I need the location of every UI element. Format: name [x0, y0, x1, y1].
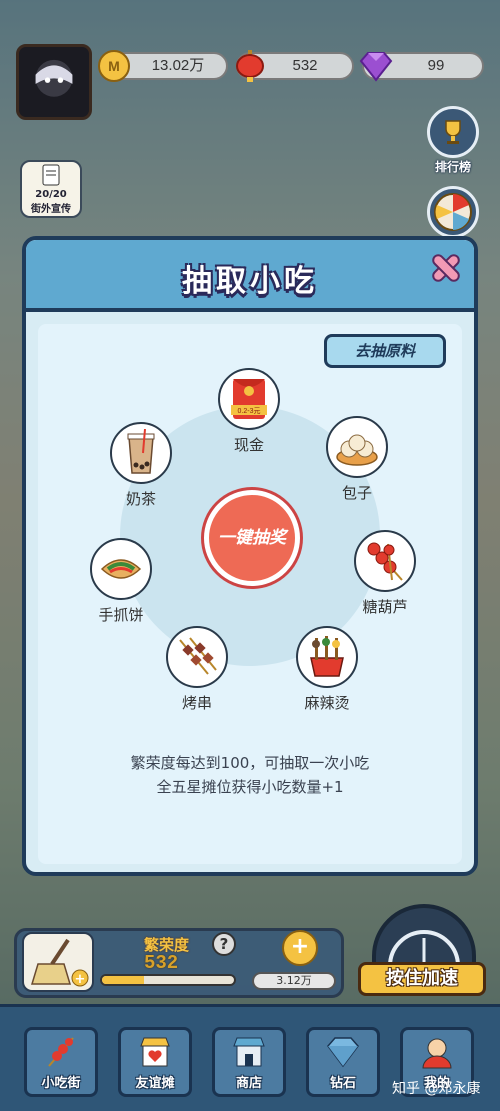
- promo-label: 街外宣传: [31, 204, 71, 215]
- prize-candied-haws: 糖葫芦: [340, 530, 430, 617]
- broom-icon: +: [30, 938, 89, 987]
- promo-count: 20/20: [35, 189, 67, 200]
- nav-label: 友谊摊: [135, 1076, 175, 1091]
- nav-friendship-stall[interactable]: 友谊摊: [118, 1027, 192, 1097]
- gem-icon: [359, 52, 393, 82]
- diamond-icon: [327, 1037, 359, 1068]
- lantern-icon: [236, 50, 264, 82]
- gem-value: 99: [427, 57, 445, 74]
- prize-cash: 0.2-3元 现金: [204, 368, 294, 455]
- draw-snack-modal: 抽取小吃 去抽原料 0.2-3元 现金 包子 糖葫芦 麻辣烫 烤串 手抓饼 奶茶…: [22, 236, 478, 876]
- lucky-wheel-button[interactable]: [424, 186, 482, 238]
- nav-snack-street[interactable]: 小吃街: [24, 1027, 98, 1097]
- wheel-icon: [434, 193, 472, 231]
- coin-rate: 3.12万: [252, 972, 336, 990]
- candied-haws-icon: [367, 542, 403, 581]
- prize-label: 现金: [233, 436, 264, 454]
- coin-icon: M: [98, 50, 130, 82]
- red-envelope-icon: 0.2-3元: [231, 379, 267, 419]
- prize-bun: 包子: [312, 416, 402, 503]
- malatang-icon: [310, 636, 344, 677]
- milk-tea-icon: [127, 429, 155, 474]
- add-coin-button[interactable]: +: [282, 930, 318, 966]
- skewer-icon: [179, 637, 217, 675]
- close-icon[interactable]: [426, 248, 466, 288]
- nav-label: 钻石: [329, 1076, 356, 1091]
- help-icon[interactable]: ?: [212, 932, 236, 956]
- cash-badge: 0.2-3元: [238, 407, 261, 415]
- gem-counter: 99: [359, 52, 484, 82]
- prize-skewer: 烤串: [152, 626, 242, 713]
- prize-label: 烤串: [181, 694, 212, 712]
- nav-shop[interactable]: 商店: [212, 1027, 286, 1097]
- gauge-icon: [388, 930, 460, 967]
- prize-label: 糖葫芦: [362, 598, 408, 616]
- svg-text:M: M: [108, 58, 120, 74]
- hold-to-speed-button[interactable]: 按住加速: [358, 962, 486, 996]
- broom-button[interactable]: +: [22, 932, 94, 992]
- draw-rule-line-2: 全五星摊位获得小吃数量+1: [156, 778, 344, 796]
- snack-street-icon: [48, 1037, 74, 1067]
- prize-malatang: 麻辣烫: [282, 626, 372, 713]
- one-click-draw-button[interactable]: 一键抽奖: [204, 490, 300, 586]
- modal-title: 抽取小吃: [182, 264, 318, 299]
- prosperity-value: 532: [144, 952, 179, 974]
- profile-icon: [422, 1038, 452, 1069]
- coin-counter: M 13.02万: [98, 50, 228, 82]
- svg-text:+: +: [75, 972, 86, 987]
- friendship-stall-icon: [140, 1037, 170, 1067]
- prize-label: 奶茶: [125, 490, 156, 508]
- draw-ingredients-button[interactable]: 去抽原料: [324, 334, 446, 368]
- nav-label: 商店: [235, 1076, 262, 1091]
- street-promo-button[interactable]: 20/20 街外宣传: [20, 160, 82, 218]
- modal-body: 去抽原料 0.2-3元 现金 包子 糖葫芦 麻辣烫 烤串 手抓饼 奶茶 一键抽奖…: [38, 324, 462, 864]
- bun-icon: [336, 434, 378, 466]
- leaderboard-button[interactable]: 排行榜: [424, 106, 482, 175]
- shop-icon: [233, 1037, 265, 1067]
- trophy-icon: [445, 120, 461, 144]
- nav-label: 小吃街: [41, 1076, 81, 1091]
- watermark: 知乎 @邓永康: [392, 1081, 481, 1097]
- lantern-counter: 532: [236, 50, 354, 82]
- prize-milk-tea: 奶茶: [96, 422, 186, 509]
- leaderboard-label: 排行榜: [434, 160, 471, 174]
- prize-label: 包子: [341, 484, 372, 502]
- lantern-value: 532: [292, 57, 318, 74]
- document-icon: [42, 164, 60, 186]
- player-avatar[interactable]: [16, 44, 92, 120]
- prosperity-progress-bar: [100, 974, 236, 986]
- draw-rule-line-1: 繁荣度每达到100，可抽取一次小吃: [130, 754, 370, 772]
- coin-value: 13.02万: [151, 57, 205, 74]
- prosperity-progress-fill: [102, 976, 145, 984]
- nav-diamond[interactable]: 钻石: [306, 1027, 380, 1097]
- prize-pancake: 手抓饼: [76, 538, 166, 625]
- prize-label: 手抓饼: [98, 606, 144, 624]
- pancake-icon: [100, 559, 142, 579]
- prize-label: 麻辣烫: [304, 694, 350, 712]
- modal-header: 抽取小吃: [26, 240, 474, 312]
